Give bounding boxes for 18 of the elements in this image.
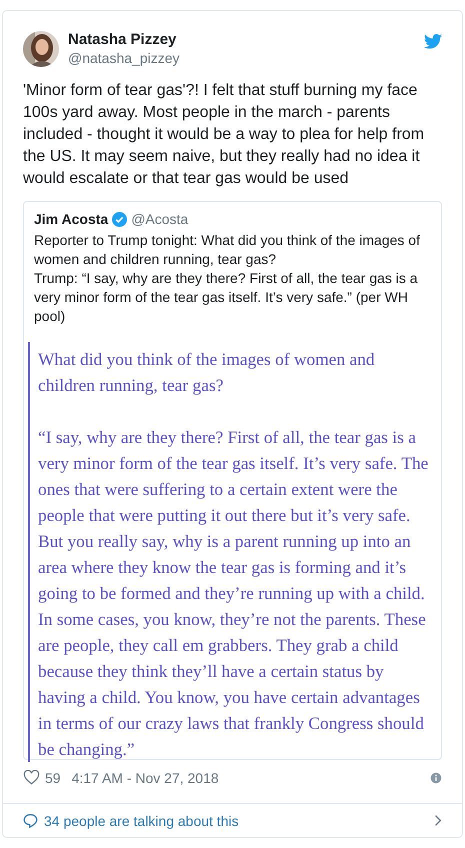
conversation-link[interactable]: 34 people are talking about this [44, 812, 434, 829]
quoted-tweet[interactable] [23, 201, 442, 760]
info-icon[interactable] [430, 772, 442, 784]
image-text: What did you think of the images of women and children running, tear gas? [38, 348, 376, 397]
quoted-author-name: Jim Acosta [34, 211, 108, 227]
author-handle[interactable]: @natasha_pizzey [68, 49, 424, 68]
tweet-text: 'Minor form of tear gas'?! I felt that stuff burning my face 100s yard away. Most people in the march - parents included - thought it would be a way to plea for help from the US. It may seem naive, but they really had no idea it would escalate or that tear gas would be used [23, 81, 426, 189]
chevron-right-icon[interactable] [434, 814, 442, 828]
quoted-author-handle: @Acosta [131, 211, 188, 227]
speech-bubble-icon[interactable] [23, 813, 38, 828]
like-count[interactable]: 59 [45, 770, 61, 786]
quoted-tweet-text: Trump: “I say, why are they there? First of all, the tear gas is a very minor form of the tear gas itself. It’s very safe.” (per WH pool) [34, 269, 419, 326]
author-name[interactable]: Natasha Pizzey [68, 30, 424, 49]
heart-icon[interactable] [23, 770, 40, 786]
quoted-tweet-text: Reporter to Trump tonight: What did you think of the images of women and children running, tear gas? [34, 231, 421, 269]
bird-icon[interactable] [424, 34, 442, 49]
image-text: “I say, why are they there? First of all, the tear gas is a very minor form of the tear gas itself. It’s very safe. The ones that were suffering to a certain extent were the people that were putting it out there but it’s very safe. But you really say, why is a parent running up into an area where they know the tear gas is forming and it’s going to be formed and they’re running up with a child. In some cases, you know, they’re not the parents. These are people, they call em grabbers. They grab a child because they think they’ll have a certain status by having a child. You know, you have certain advantages in terms of our crazy laws that frankly Congress should be changing.” [38, 426, 430, 761]
timestamp[interactable]: 4:17 AM - Nov 27, 2018 [72, 770, 430, 786]
